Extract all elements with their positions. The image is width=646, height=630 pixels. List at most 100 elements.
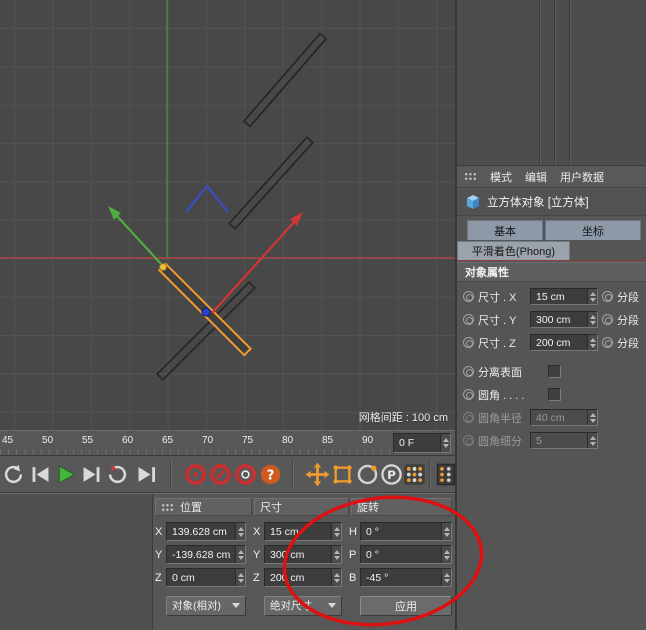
object-mode-dropdown[interactable]: 对象(相对) (166, 596, 246, 616)
spinner-icon[interactable] (331, 546, 341, 563)
axis-label: X (253, 526, 264, 538)
panel-grip-icon[interactable] (464, 172, 477, 181)
size-z-row: 尺寸 . Z 200 cm 分段 (463, 333, 646, 352)
property-label: 圆角细分 (478, 433, 526, 449)
panel-grip-icon[interactable] (161, 503, 174, 512)
size-x-input[interactable]: 15 cm (264, 522, 342, 541)
size-x-row: 尺寸 . X 15 cm 分段 (463, 287, 646, 306)
position-y-input[interactable]: -139.628 cm (166, 545, 246, 564)
spinner-icon[interactable] (331, 523, 341, 540)
menu-userdata[interactable]: 用户数据 (560, 169, 604, 185)
position-z-input[interactable]: 0 cm (166, 568, 246, 587)
timeline-ruler[interactable]: 45 50 55 60 65 70 75 80 85 90 0 F (0, 430, 455, 456)
menu-edit[interactable]: 编辑 (525, 169, 547, 185)
spinner-icon[interactable] (235, 523, 245, 540)
ruler-tick-label: 70 (202, 435, 213, 446)
grid-spacing-label: 网格间距 : 100 cm (359, 409, 448, 425)
layout-strip-icon[interactable] (434, 462, 459, 487)
record-help-icon[interactable]: ? (258, 462, 283, 487)
keyframe-circle-icon[interactable] (602, 314, 613, 325)
keyframe-circle-icon[interactable] (463, 389, 474, 400)
viewport-canvas[interactable]: 网格间距 : 100 cm (0, 0, 455, 430)
spinner-icon (587, 433, 597, 448)
size-y-input[interactable]: 300 cm (264, 545, 342, 564)
blue-triangle-object[interactable] (186, 186, 228, 212)
svg-text:P: P (387, 468, 396, 482)
keyframe-circle-icon[interactable] (463, 366, 474, 377)
size-z-input[interactable]: 200 cm (264, 568, 342, 587)
spinner-icon (587, 410, 597, 425)
keyframe-circle-icon[interactable] (463, 337, 474, 348)
move-tool-icon[interactable] (305, 462, 330, 487)
size-y-input[interactable]: 300 cm (530, 311, 598, 328)
keyframe-circle-icon[interactable] (602, 291, 613, 302)
segments-label: 分段 (617, 335, 639, 351)
keyframe-circle-icon[interactable] (602, 337, 613, 348)
gizmo-origin-handle[interactable] (160, 264, 167, 271)
object-title-row: 立方体对象 [立方体] (457, 189, 646, 216)
fillet-checkbox[interactable] (548, 388, 561, 401)
current-frame-input[interactable]: 0 F (393, 433, 451, 453)
loop-icon[interactable] (105, 462, 130, 487)
goto-end-icon[interactable] (134, 462, 159, 487)
tab-coordinates[interactable]: 坐标 (545, 220, 641, 240)
ruler-tick-label: 55 (82, 435, 93, 446)
position-x-input[interactable]: 139.628 cm (166, 522, 246, 541)
goto-next-key-icon[interactable] (79, 462, 104, 487)
rotate-tool-icon[interactable] (355, 462, 380, 487)
apply-button[interactable]: 应用 (360, 596, 452, 616)
tab-phong[interactable]: 平滑着色(Phong) (457, 241, 570, 260)
spinner-icon[interactable] (441, 569, 451, 586)
ruler-tick-label: 45 (2, 435, 13, 446)
spinner-icon[interactable] (440, 434, 450, 452)
animation-toolbar: ? P (0, 456, 455, 493)
goto-previous-key-icon[interactable] (28, 462, 53, 487)
panel-divider (569, 0, 570, 165)
tab-basic[interactable]: 基本 (467, 220, 543, 240)
menu-mode[interactable]: 模式 (490, 169, 512, 185)
rotation-b-input[interactable]: -45 ° (360, 568, 452, 587)
keyframe-circle-icon[interactable] (463, 314, 474, 325)
segments-label: 分段 (617, 289, 639, 305)
coordinate-headers: 位置 尺寸 旋转 (155, 498, 452, 516)
separate-surfaces-row: 分离表面 (463, 362, 646, 381)
axis-label: Y (253, 549, 264, 561)
spinner-icon[interactable] (235, 546, 245, 563)
spinner-icon[interactable] (331, 569, 341, 586)
size-mode-dropdown[interactable]: 绝对尺寸 (264, 596, 342, 616)
separate-surfaces-checkbox[interactable] (548, 365, 561, 378)
record-keyframe-icon[interactable] (183, 462, 208, 487)
ruler-tick-label: 80 (282, 435, 293, 446)
record-ring-icon[interactable] (233, 462, 258, 487)
attribute-tabs: 基本 坐标 (467, 220, 646, 240)
snap-grid-icon[interactable] (402, 462, 427, 487)
object-origin-point[interactable] (202, 308, 210, 316)
wireframe-bar-top[interactable] (244, 34, 326, 127)
spinner-icon[interactable] (587, 312, 597, 327)
spinner-icon[interactable] (441, 523, 451, 540)
spinner-icon[interactable] (587, 289, 597, 304)
keyframe-circle-icon[interactable] (463, 291, 474, 302)
record-autokey-icon[interactable] (208, 462, 233, 487)
axis-label: X (155, 526, 166, 538)
rotation-p-input[interactable]: 0 ° (360, 545, 452, 564)
fillet-radius-row: 圆角半径 40 cm (463, 408, 646, 427)
spinner-icon[interactable] (441, 546, 451, 563)
size-x-input[interactable]: 15 cm (530, 288, 598, 305)
size-z-input[interactable]: 200 cm (530, 334, 598, 351)
spinner-icon[interactable] (235, 569, 245, 586)
object-properties-header[interactable]: 对象属性 (457, 262, 646, 282)
ruler-tick-label: 85 (322, 435, 333, 446)
gizmo-red-axis[interactable] (212, 221, 295, 313)
fillet-subdivision-row: 圆角细分 5 (463, 431, 646, 450)
cycle-icon[interactable] (1, 462, 26, 487)
scale-tool-icon[interactable] (330, 462, 355, 487)
spinner-icon[interactable] (587, 335, 597, 350)
wireframe-bar-cross[interactable] (157, 282, 255, 380)
rotation-h-input[interactable]: 0 ° (360, 522, 452, 541)
property-label: 圆角半径 (478, 410, 526, 426)
axis-label: Z (155, 572, 166, 584)
last-tool-p-icon[interactable]: P (379, 462, 404, 487)
toolbar-separator (292, 460, 294, 488)
play-icon[interactable] (53, 462, 78, 487)
